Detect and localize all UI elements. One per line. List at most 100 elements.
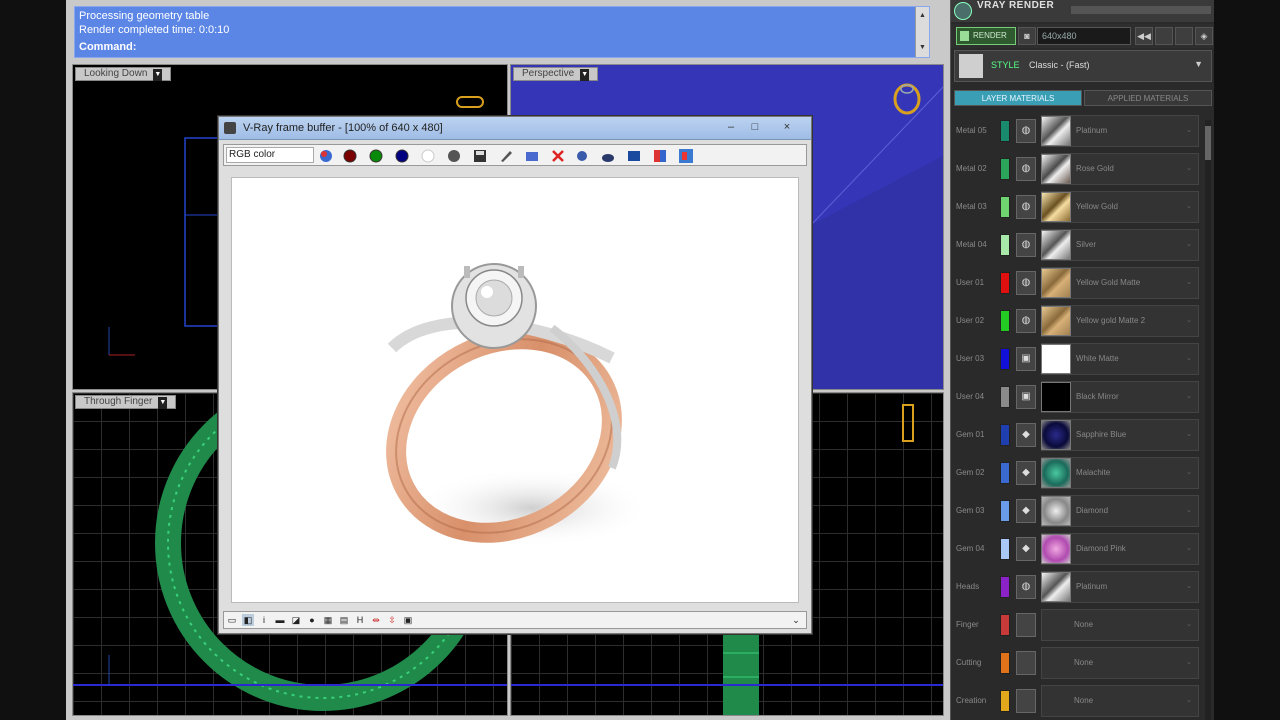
material-row[interactable]: Metal 03 ◍ Yellow Gold ⌄ <box>951 190 1201 226</box>
pixel-info-icon[interactable]: ◧ <box>242 614 254 626</box>
cube-icon[interactable]: ▣ <box>1016 385 1036 409</box>
gem-icon[interactable]: ◆ <box>1016 461 1036 485</box>
layer-color-swatch[interactable] <box>1000 158 1010 180</box>
viewport-menu-icon[interactable]: ▼ <box>158 397 168 409</box>
vray-frame-buffer-window[interactable]: V-Ray frame buffer - [100% of 640 x 480]… <box>218 116 812 634</box>
material-select[interactable]: None ⌄ <box>1041 609 1199 641</box>
levels-icon[interactable]: ▦ <box>322 614 334 626</box>
camera-icon[interactable]: ◙ <box>1018 27 1036 45</box>
gem-icon[interactable]: ◆ <box>1016 537 1036 561</box>
empty-icon[interactable] <box>1016 651 1036 675</box>
material-row[interactable]: Gem 01 ◆ Sapphire Blue ⌄ <box>951 418 1201 454</box>
layer-color-swatch[interactable] <box>1000 386 1010 408</box>
material-row[interactable]: User 04 ▣ Black Mirror ⌄ <box>951 380 1201 416</box>
empty-icon[interactable] <box>1016 689 1036 713</box>
material-select[interactable]: None ⌄ <box>1041 647 1199 679</box>
stop-icon[interactable] <box>1155 27 1173 45</box>
green-channel-icon[interactable] <box>368 148 384 164</box>
expand-icon[interactable]: ⌄ <box>790 614 802 626</box>
ring-icon[interactable]: ◍ <box>1016 575 1036 599</box>
material-row[interactable]: Gem 02 ◆ Malachite ⌄ <box>951 456 1201 492</box>
chevron-down-icon[interactable]: ⌄ <box>1186 306 1192 336</box>
info-icon[interactable]: i <box>258 614 270 626</box>
layer-color-swatch[interactable] <box>1000 462 1010 484</box>
scroll-up-icon[interactable]: ▲ <box>919 9 926 23</box>
chevron-down-icon[interactable]: ⌄ <box>1186 458 1192 488</box>
cube-icon[interactable]: ▣ <box>1016 347 1036 371</box>
material-row[interactable]: User 01 ◍ Yellow Gold Matte ⌄ <box>951 266 1201 302</box>
mono-icon[interactable] <box>446 148 462 164</box>
minimize-button[interactable]: – <box>719 119 743 135</box>
chevron-down-icon[interactable]: ⌄ <box>1186 572 1192 602</box>
pause-icon[interactable] <box>1175 27 1193 45</box>
layer-color-swatch[interactable] <box>1000 500 1010 522</box>
ring-icon[interactable]: ◍ <box>1016 271 1036 295</box>
region-icon[interactable]: ▣ <box>402 614 414 626</box>
blue-channel-icon[interactable] <box>394 148 410 164</box>
resolution-select[interactable]: 640x480 <box>1037 27 1131 45</box>
tab-applied-materials[interactable]: APPLIED MATERIALS <box>1084 90 1212 106</box>
viewport-menu-icon[interactable]: ▼ <box>580 69 590 81</box>
maximize-button[interactable]: □ <box>743 119 767 135</box>
chevron-down-icon[interactable]: ⌄ <box>1186 230 1192 260</box>
save-icon[interactable] <box>472 148 488 164</box>
exposure-icon[interactable]: ● <box>306 614 318 626</box>
material-row[interactable]: Finger None ⌄ <box>951 608 1201 644</box>
red-channel-icon[interactable] <box>342 148 358 164</box>
h-flip-icon[interactable]: H <box>354 614 366 626</box>
settings-icon[interactable]: ◈ <box>1195 27 1213 45</box>
gem-icon[interactable]: ◆ <box>1016 499 1036 523</box>
scroll-down-icon[interactable]: ▼ <box>919 41 926 55</box>
viewport-label[interactable]: Looking Down ▼ <box>75 67 172 81</box>
layer-color-swatch[interactable] <box>1000 120 1010 142</box>
rgb-channels-icon[interactable] <box>318 148 334 164</box>
channel-select[interactable]: RGB color <box>226 147 314 163</box>
chevron-down-icon[interactable]: ⌄ <box>1186 686 1192 716</box>
layer-color-swatch[interactable] <box>1000 234 1010 256</box>
compare-icon[interactable] <box>678 148 694 164</box>
curve-icon[interactable]: ◪ <box>290 614 302 626</box>
compare-v-icon[interactable]: ⇳ <box>386 614 398 626</box>
render-canvas[interactable] <box>231 177 799 603</box>
ring-icon[interactable]: ◍ <box>1016 309 1036 333</box>
chevron-down-icon[interactable]: ⌄ <box>1186 496 1192 526</box>
material-row[interactable]: Metal 04 ◍ Silver ⌄ <box>951 228 1201 264</box>
chevron-down-icon[interactable]: ⌄ <box>1186 648 1192 678</box>
open-icon[interactable] <box>524 148 540 164</box>
tab-layer-materials[interactable]: LAYER MATERIALS <box>954 90 1082 106</box>
history-icon[interactable]: ▭ <box>226 614 238 626</box>
gem-icon[interactable]: ◆ <box>1016 423 1036 447</box>
material-row[interactable]: Metal 02 ◍ Rose Gold ⌄ <box>951 152 1201 188</box>
render-button[interactable]: RENDER <box>956 27 1016 45</box>
material-row[interactable]: Gem 03 ◆ Diamond ⌄ <box>951 494 1201 530</box>
teapot-icon[interactable] <box>600 148 616 164</box>
lens-effects-icon[interactable] <box>626 148 642 164</box>
layer-color-swatch[interactable] <box>1000 310 1010 332</box>
material-row[interactable]: Cutting None ⌄ <box>951 646 1201 682</box>
material-row[interactable]: Metal 05 ◍ Platinum ⌄ <box>951 114 1201 150</box>
layer-color-swatch[interactable] <box>1000 196 1010 218</box>
clear-icon[interactable] <box>498 148 514 164</box>
track-mouse-icon[interactable] <box>574 148 590 164</box>
viewport-menu-icon[interactable]: ▼ <box>153 69 163 81</box>
layer-color-swatch[interactable] <box>1000 348 1010 370</box>
chevron-down-icon[interactable]: ⌄ <box>1186 382 1192 412</box>
ring-icon[interactable]: ◍ <box>1016 119 1036 143</box>
empty-icon[interactable] <box>1016 613 1036 637</box>
layer-color-swatch[interactable] <box>1000 576 1010 598</box>
viewport-label[interactable]: Perspective ▼ <box>513 67 599 81</box>
ring-icon[interactable]: ◍ <box>1016 233 1036 257</box>
chevron-down-icon[interactable]: ⌄ <box>1186 344 1192 374</box>
compare-h-icon[interactable]: ⇹ <box>370 614 382 626</box>
layer-color-swatch[interactable] <box>1000 424 1010 446</box>
layer-color-swatch[interactable] <box>1000 614 1010 636</box>
chevron-down-icon[interactable]: ⌄ <box>1186 268 1192 298</box>
material-row[interactable]: Heads ◍ Platinum ⌄ <box>951 570 1201 606</box>
material-scrollbar[interactable] <box>1205 120 1211 720</box>
material-row[interactable]: User 02 ◍ Yellow gold Matte 2 ⌄ <box>951 304 1201 340</box>
material-row[interactable]: User 03 ▣ White Matte ⌄ <box>951 342 1201 378</box>
delete-icon[interactable] <box>550 148 566 164</box>
render-style-selector[interactable]: STYLE Classic - (Fast) ▼ <box>954 50 1212 82</box>
color-correction-icon[interactable] <box>652 148 668 164</box>
layer-color-swatch[interactable] <box>1000 690 1010 712</box>
